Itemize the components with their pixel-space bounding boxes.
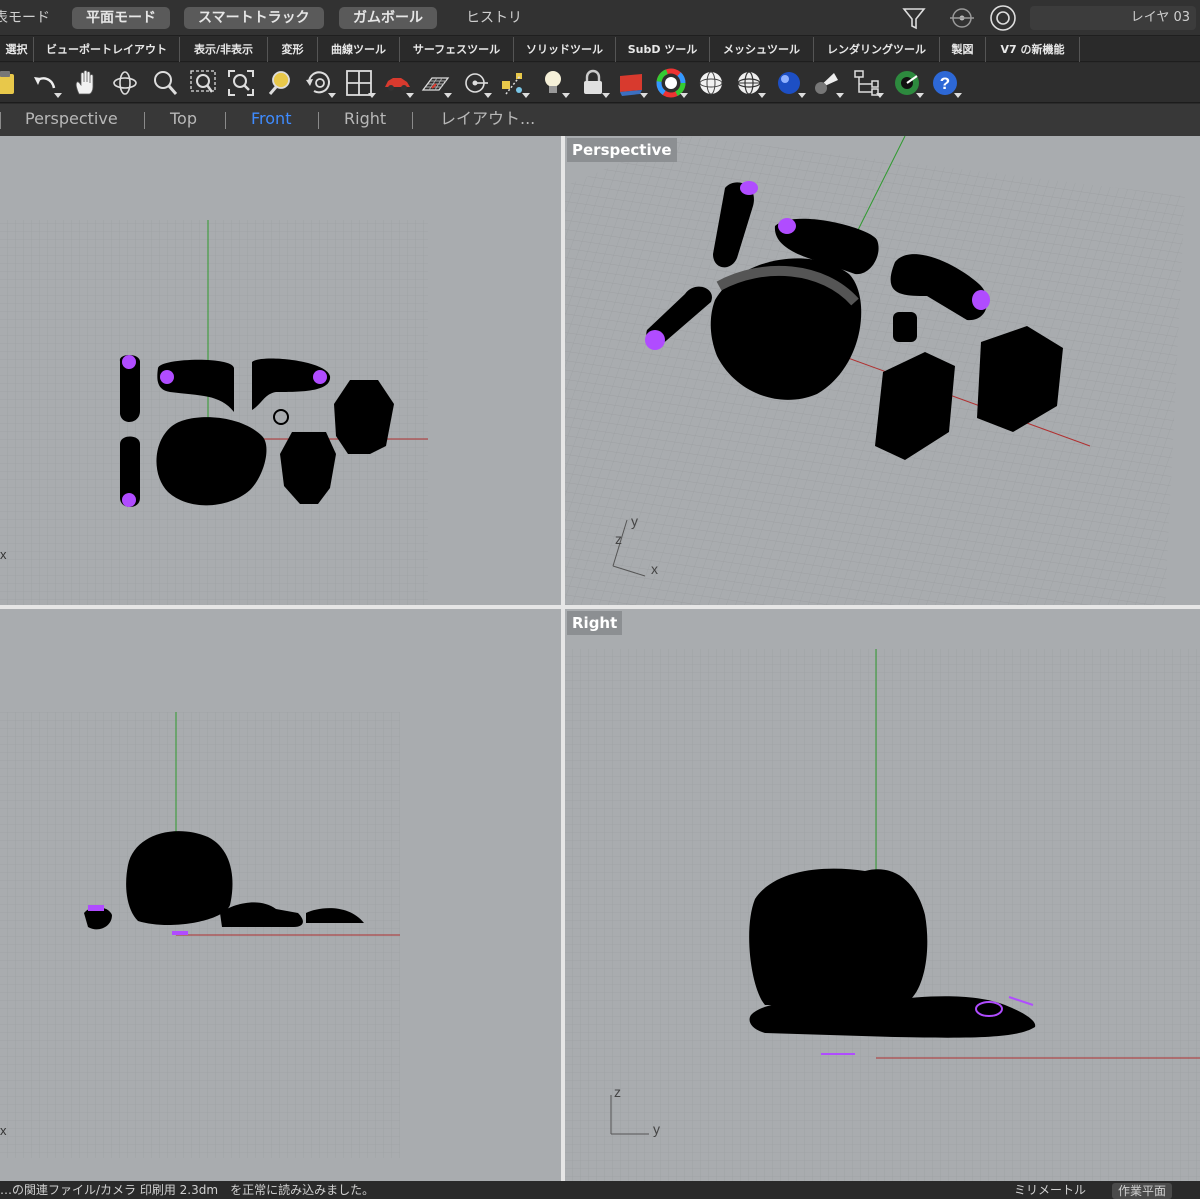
sphere-icon[interactable] xyxy=(696,68,726,98)
light-bulb-icon[interactable] xyxy=(538,68,570,98)
mode-bar: 表モード 平面モード スマートトラック ガムボール ヒストリ レイヤ 03 xyxy=(0,0,1200,36)
joint-highlight xyxy=(313,370,327,384)
right-view-canvas: y z xyxy=(565,649,1200,1181)
joint-highlight xyxy=(740,181,758,195)
tab-viewport-layout[interactable]: ビューポートレイアウト xyxy=(34,37,180,62)
clipboard-icon[interactable] xyxy=(0,68,20,98)
joint-highlight xyxy=(172,931,188,935)
pan-hand-icon[interactable] xyxy=(70,68,100,98)
axis-label-z: z xyxy=(614,1084,621,1100)
tab-separator xyxy=(412,112,413,129)
joint-highlight xyxy=(122,355,136,369)
head-part[interactable] xyxy=(126,831,233,926)
joint-highlight xyxy=(778,218,796,234)
zoom-selected-icon[interactable] xyxy=(266,68,296,98)
settings-icon[interactable] xyxy=(892,68,924,98)
joint-highlight xyxy=(972,290,990,310)
tab-perspective[interactable]: Perspective xyxy=(25,104,118,136)
osnap-target-icon[interactable] xyxy=(988,4,1018,32)
viewport-divider-horizontal[interactable] xyxy=(0,605,1200,609)
axis-label-y: y xyxy=(653,1121,660,1137)
shaded-sphere-icon[interactable] xyxy=(734,68,766,98)
tab-select[interactable]: 選択 xyxy=(0,37,34,62)
viewport-tabs: Perspective Top Front Right レイアウト... xyxy=(0,104,1200,136)
point-snap-icon[interactable] xyxy=(460,68,492,98)
axis-label-z: z xyxy=(615,531,622,547)
status-bar: …の関連ファイル/カメラ 印刷用 2.3dm を正常に読み込みました。 ミリメー… xyxy=(0,1181,1200,1199)
joint-highlight xyxy=(88,905,104,911)
viewport-divider-vertical[interactable] xyxy=(561,136,565,1181)
object-snap-icon[interactable] xyxy=(498,68,530,98)
rotate-camera-icon[interactable] xyxy=(304,68,336,98)
viewport-perspective[interactable]: x y z Perspective xyxy=(565,136,1200,605)
head-part[interactable] xyxy=(749,868,928,1005)
planar-mode-button[interactable]: 平面モード xyxy=(72,7,170,29)
tab-separator xyxy=(144,112,145,129)
command-toolbar: ? xyxy=(0,63,1200,103)
tab-render-tools[interactable]: レンダリングツール xyxy=(814,37,940,62)
car-icon[interactable] xyxy=(382,68,414,98)
tab-separator xyxy=(225,112,226,129)
tab-transform[interactable]: 変形 xyxy=(268,37,318,62)
tab-visibility[interactable]: 表示/非表示 xyxy=(180,37,268,62)
panel-part[interactable] xyxy=(334,380,394,454)
lock-icon[interactable] xyxy=(578,68,610,98)
front-view-canvas: x xyxy=(0,712,400,1158)
gumball-button[interactable]: ガムボール xyxy=(339,7,437,29)
grid-plane-icon[interactable] xyxy=(420,68,452,98)
units-indicator[interactable]: ミリメートル xyxy=(1014,1181,1086,1199)
undo-icon[interactable] xyxy=(30,68,62,98)
zoom-icon[interactable] xyxy=(150,68,180,98)
tab-curve-tools[interactable]: 曲線ツール xyxy=(318,37,400,62)
axis-label-x: x xyxy=(0,1123,7,1138)
tab-separator xyxy=(0,112,1,129)
filter-icon[interactable] xyxy=(900,4,928,32)
tab-drafting[interactable]: 製図 xyxy=(940,37,986,62)
viewport-top[interactable]: x xyxy=(0,136,561,605)
status-message: …の関連ファイル/カメラ 印刷用 2.3dm を正常に読み込みました。 xyxy=(0,1183,375,1197)
tab-v7-new[interactable]: V7 の新機能 xyxy=(986,37,1080,62)
tab-separator xyxy=(318,112,319,129)
joint-highlight xyxy=(160,370,174,384)
joint-highlight xyxy=(122,493,136,507)
cplane-indicator[interactable]: 作業平面 xyxy=(1112,1183,1173,1199)
help-icon[interactable]: ? xyxy=(930,68,962,98)
construction-grid xyxy=(565,136,1185,605)
joint-highlight xyxy=(645,330,665,350)
viewport-label-right[interactable]: Right xyxy=(567,611,623,635)
tab-subd-tools[interactable]: SubD ツール xyxy=(616,37,710,62)
tab-solid-tools[interactable]: ソリッドツール xyxy=(514,37,616,62)
tab-layout[interactable]: レイアウト... xyxy=(440,104,535,136)
hierarchy-icon[interactable] xyxy=(852,68,884,98)
blue-sphere-icon[interactable] xyxy=(774,68,806,98)
zoom-extents-icon[interactable] xyxy=(226,68,256,98)
color-wheel-icon[interactable] xyxy=(656,68,688,98)
viewport-label-perspective[interactable]: Perspective xyxy=(567,138,677,162)
mode-item-0[interactable]: 表モード xyxy=(0,7,50,29)
rotate-view-icon[interactable] xyxy=(110,68,140,98)
axis-label-y: y xyxy=(631,513,638,529)
gumball-toggle-icon[interactable] xyxy=(948,6,976,30)
tab-surface-tools[interactable]: サーフェスツール xyxy=(400,37,514,62)
tab-front[interactable]: Front xyxy=(251,104,291,136)
light-cone-icon[interactable] xyxy=(812,68,844,98)
viewport-layout-icon[interactable] xyxy=(344,68,376,98)
viewport-right[interactable]: y z Right xyxy=(565,609,1200,1181)
perspective-canvas: x y z xyxy=(565,136,1185,605)
tab-right[interactable]: Right xyxy=(344,104,386,136)
tab-mesh-tools[interactable]: メッシュツール xyxy=(710,37,814,62)
viewport-front[interactable]: x xyxy=(0,609,561,1181)
material-icon[interactable] xyxy=(616,68,648,98)
history-button[interactable]: ヒストリ xyxy=(466,7,522,29)
zoom-window-icon[interactable] xyxy=(188,68,218,98)
toolbar-tabs: 選択 ビューポートレイアウト 表示/非表示 変形 曲線ツール サーフェスツール … xyxy=(0,37,1200,62)
top-view-canvas: x xyxy=(0,220,428,605)
pin-part[interactable] xyxy=(893,312,917,342)
tab-top[interactable]: Top xyxy=(170,104,197,136)
smart-track-button[interactable]: スマートトラック xyxy=(184,7,324,29)
axis-label-x: x xyxy=(651,561,658,577)
layer-selector[interactable]: レイヤ 03 xyxy=(1030,6,1196,30)
axis-label-x: x xyxy=(0,547,7,562)
svg-text:?: ? xyxy=(940,74,950,93)
